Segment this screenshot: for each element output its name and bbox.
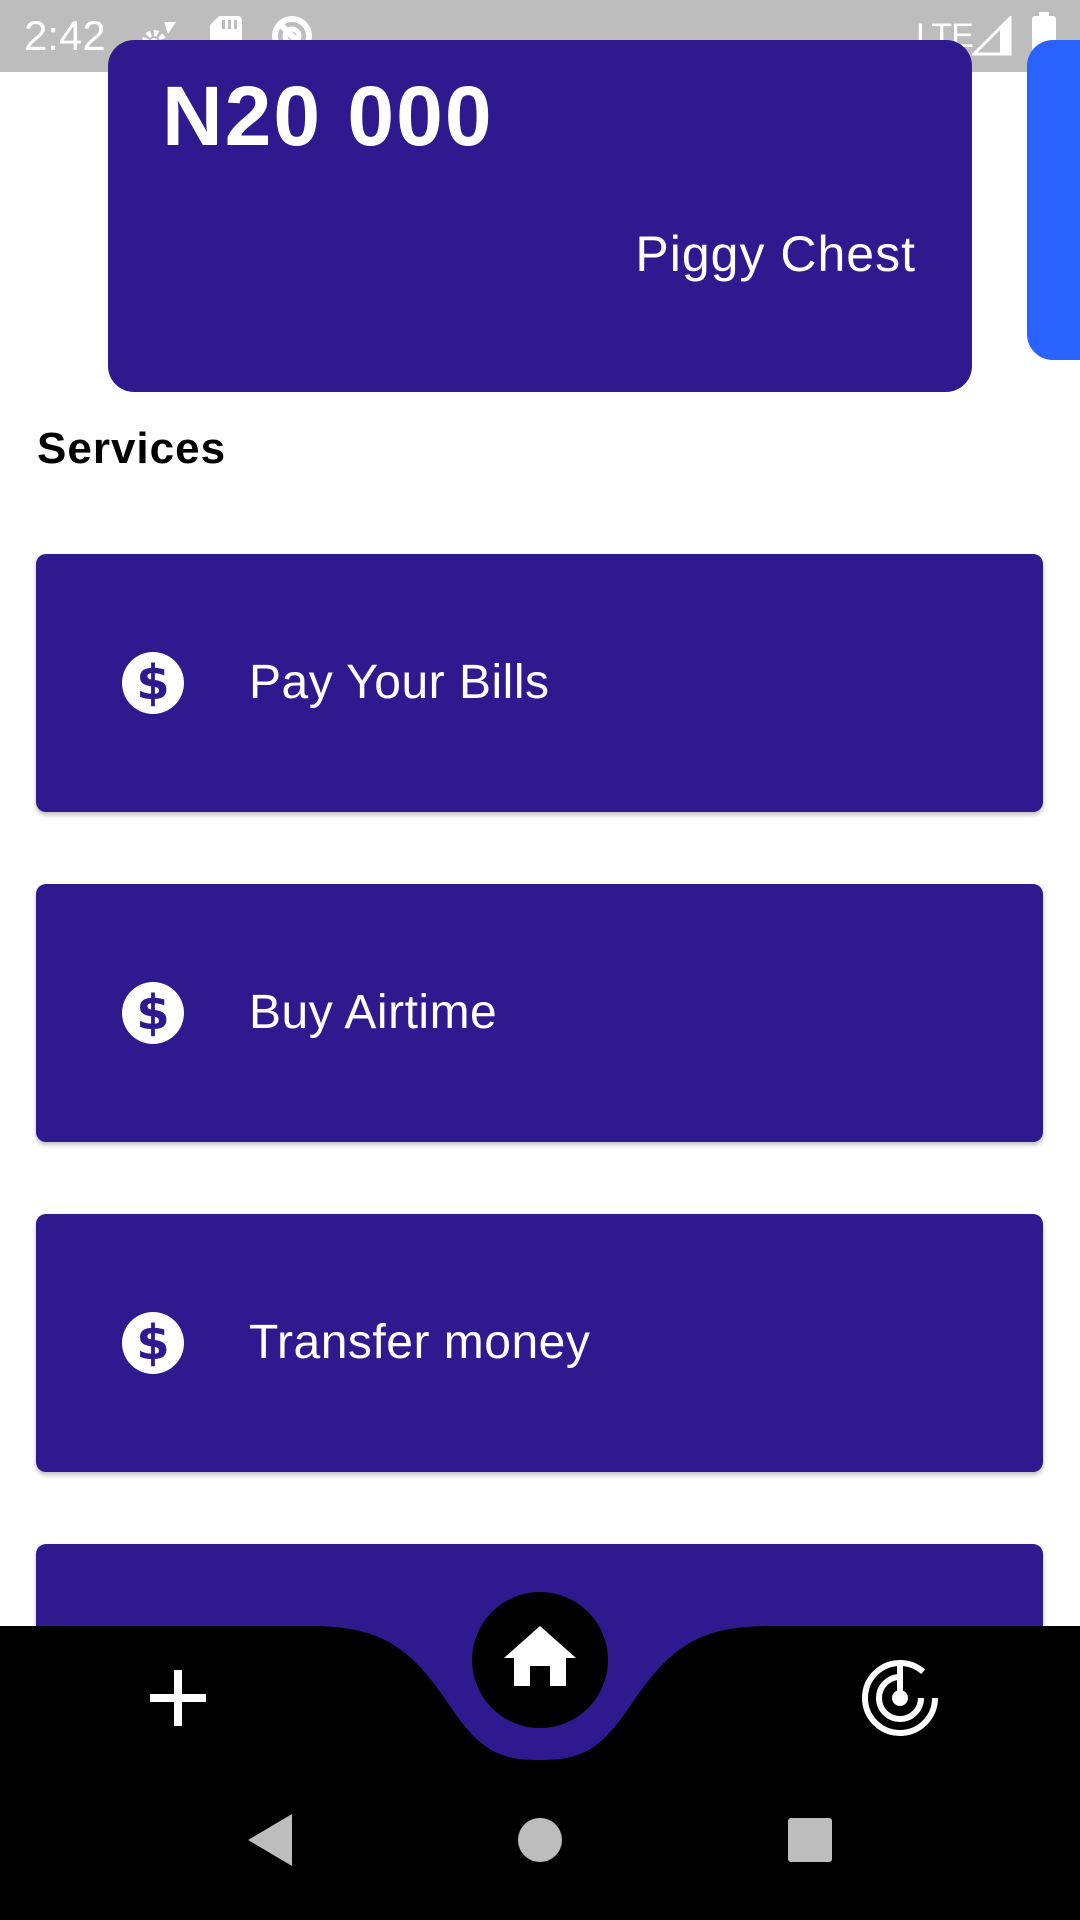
service-pay-bills[interactable]: $ Pay Your Bills — [36, 554, 1043, 812]
services-title: Services — [37, 424, 227, 473]
back-icon[interactable] — [244, 1812, 296, 1868]
home-button[interactable] — [472, 1592, 608, 1728]
service-buy-airtime[interactable]: $ Buy Airtime — [36, 884, 1043, 1142]
home-icon — [504, 1626, 576, 1686]
system-navigation — [0, 1760, 1080, 1920]
service-label: Pay Your Bills — [249, 656, 550, 709]
signal-icon — [972, 16, 1012, 56]
dollar-icon: $ — [122, 982, 184, 1044]
balance-card[interactable]: N20 000 Piggy Chest — [108, 40, 972, 392]
service-label: Transfer money — [249, 1316, 591, 1369]
next-balance-card[interactable] — [1027, 40, 1080, 360]
service-transfer-money[interactable]: $ Transfer money — [36, 1214, 1043, 1472]
dollar-icon: $ — [122, 652, 184, 714]
dollar-icon: $ — [122, 1312, 184, 1374]
add-icon[interactable] — [146, 1666, 210, 1730]
service-label: Buy Airtime — [249, 986, 498, 1039]
account-name: Piggy Chest — [635, 226, 916, 282]
home-circle-icon[interactable] — [516, 1816, 564, 1864]
radar-icon[interactable] — [860, 1658, 940, 1738]
recents-icon[interactable] — [786, 1816, 834, 1864]
status-time: 2:42 — [24, 12, 106, 59]
bottom-navigation — [0, 1592, 1080, 1760]
balance-amount: N20 000 — [162, 69, 494, 163]
